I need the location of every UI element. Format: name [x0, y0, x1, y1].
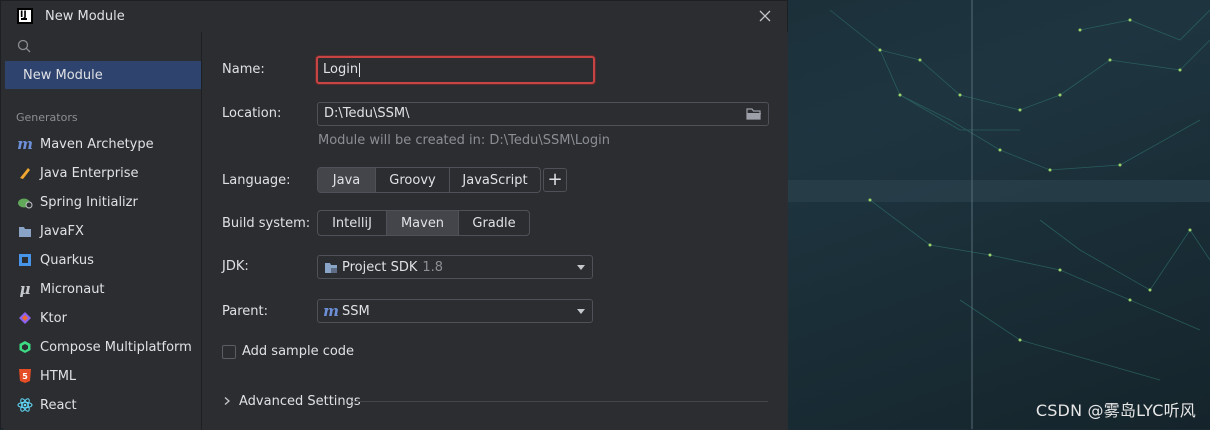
build-system-label: Build system: — [222, 216, 311, 231]
language-segmented-control: Java Groovy JavaScript — [317, 167, 541, 193]
generators-header: Generators — [16, 111, 78, 124]
generator-spring-initializr[interactable]: Spring Initializr — [5, 189, 201, 215]
ktor-icon — [17, 310, 33, 326]
generator-java-enterprise[interactable]: Java Enterprise — [5, 160, 201, 186]
generator-label: HTML — [40, 368, 77, 384]
micronaut-icon: μ — [19, 280, 31, 298]
spring-icon — [17, 194, 33, 210]
text-caret — [359, 62, 361, 77]
build-option-maven[interactable]: Maven — [387, 211, 459, 235]
maven-icon: m — [323, 302, 339, 320]
advanced-settings-toggle[interactable]: Advanced Settings — [222, 392, 361, 410]
sidebar-item-new-module[interactable]: New Module — [5, 61, 201, 89]
sdk-folder-icon — [323, 259, 339, 275]
quarkus-icon — [17, 252, 33, 268]
sidebar-item-label: New Module — [23, 67, 103, 83]
name-field-value: Login — [323, 62, 359, 77]
build-option-gradle[interactable]: Gradle — [459, 211, 529, 235]
generator-label: Quarkus — [40, 252, 94, 268]
jdk-combobox[interactable]: Project SDK 1.8 — [317, 255, 593, 279]
generator-micronaut[interactable]: μ Micronaut — [5, 276, 201, 302]
close-icon — [759, 10, 771, 22]
add-language-button[interactable]: + — [543, 168, 567, 192]
generator-javafx[interactable]: JavaFX — [5, 218, 201, 244]
logo-text: IJ — [20, 10, 27, 20]
chevron-down-icon — [577, 265, 585, 270]
location-label: Location: — [222, 106, 282, 121]
parent-label: Parent: — [222, 304, 268, 319]
react-icon — [17, 397, 33, 413]
jdk-label: JDK: — [222, 259, 249, 274]
jdk-value: Project SDK — [342, 259, 418, 275]
build-system-segmented-control: IntelliJ Maven Gradle — [317, 210, 530, 236]
plus-icon: + — [547, 169, 563, 190]
chevron-right-icon — [224, 397, 230, 405]
generator-label: Spring Initializr — [40, 194, 138, 210]
html5-icon: 5 — [17, 368, 33, 384]
language-option-java[interactable]: Java — [318, 168, 376, 192]
language-option-javascript[interactable]: JavaScript — [450, 168, 540, 192]
language-label: Language: — [222, 173, 291, 188]
name-field[interactable]: Login — [316, 56, 595, 84]
generator-label: React — [40, 397, 77, 413]
language-option-groovy[interactable]: Groovy — [376, 168, 450, 192]
intellij-logo-icon: IJ — [17, 8, 33, 24]
sidebar: New Module Generators m Maven Archetype … — [3, 32, 202, 430]
advanced-settings-label: Advanced Settings — [239, 393, 361, 409]
generator-quarkus[interactable]: Quarkus — [5, 247, 201, 273]
close-button[interactable] — [757, 7, 773, 25]
chevron-down-icon — [577, 309, 585, 314]
javafx-folder-icon — [17, 223, 33, 239]
search-icon[interactable] — [17, 39, 31, 53]
build-option-intellij[interactable]: IntelliJ — [318, 211, 387, 235]
java-enterprise-icon — [17, 165, 33, 181]
dialog-title: New Module — [45, 9, 125, 24]
location-field[interactable]: D:\Tedu\SSM\ — [317, 102, 769, 126]
generator-html[interactable]: 5 HTML — [5, 363, 201, 389]
browse-folder-icon[interactable] — [746, 107, 762, 121]
jdk-version: 1.8 — [422, 259, 444, 275]
separator-line — [352, 401, 768, 402]
generator-label: JavaFX — [40, 223, 84, 239]
compose-icon — [17, 339, 33, 355]
generator-label: Java Enterprise — [40, 165, 139, 181]
generator-maven-archetype[interactable]: m Maven Archetype — [5, 131, 201, 157]
generator-label: Micronaut — [40, 281, 105, 297]
add-sample-code-label[interactable]: Add sample code — [242, 344, 354, 359]
svg-text:5: 5 — [22, 372, 28, 381]
new-module-dialog: IJ New Module New Module Generators m Ma… — [0, 0, 788, 430]
add-sample-code-checkbox[interactable] — [222, 345, 236, 359]
name-label: Name: — [222, 62, 265, 77]
parent-value: SSM — [342, 303, 370, 319]
generator-label: Compose Multiplatform — [40, 339, 192, 355]
location-hint: Module will be created in: D:\Tedu\SSM\L… — [318, 133, 610, 148]
generator-compose-multiplatform[interactable]: Compose Multiplatform — [5, 334, 201, 360]
csdn-watermark: CSDN @雾岛LYC听风 — [1035, 401, 1196, 420]
location-field-value: D:\Tedu\SSM\ — [324, 106, 410, 121]
generator-label: Maven Archetype — [40, 136, 154, 152]
generator-ktor[interactable]: Ktor — [5, 305, 201, 331]
generator-label: Ktor — [40, 310, 67, 326]
module-form: Name: Login Location: D:\Tedu\SSM\ Modul… — [202, 32, 788, 430]
maven-icon: m — [17, 135, 33, 153]
title-bar: IJ New Module — [1, 1, 787, 32]
parent-combobox[interactable]: m SSM — [317, 299, 593, 323]
generator-react[interactable]: React — [5, 392, 201, 418]
